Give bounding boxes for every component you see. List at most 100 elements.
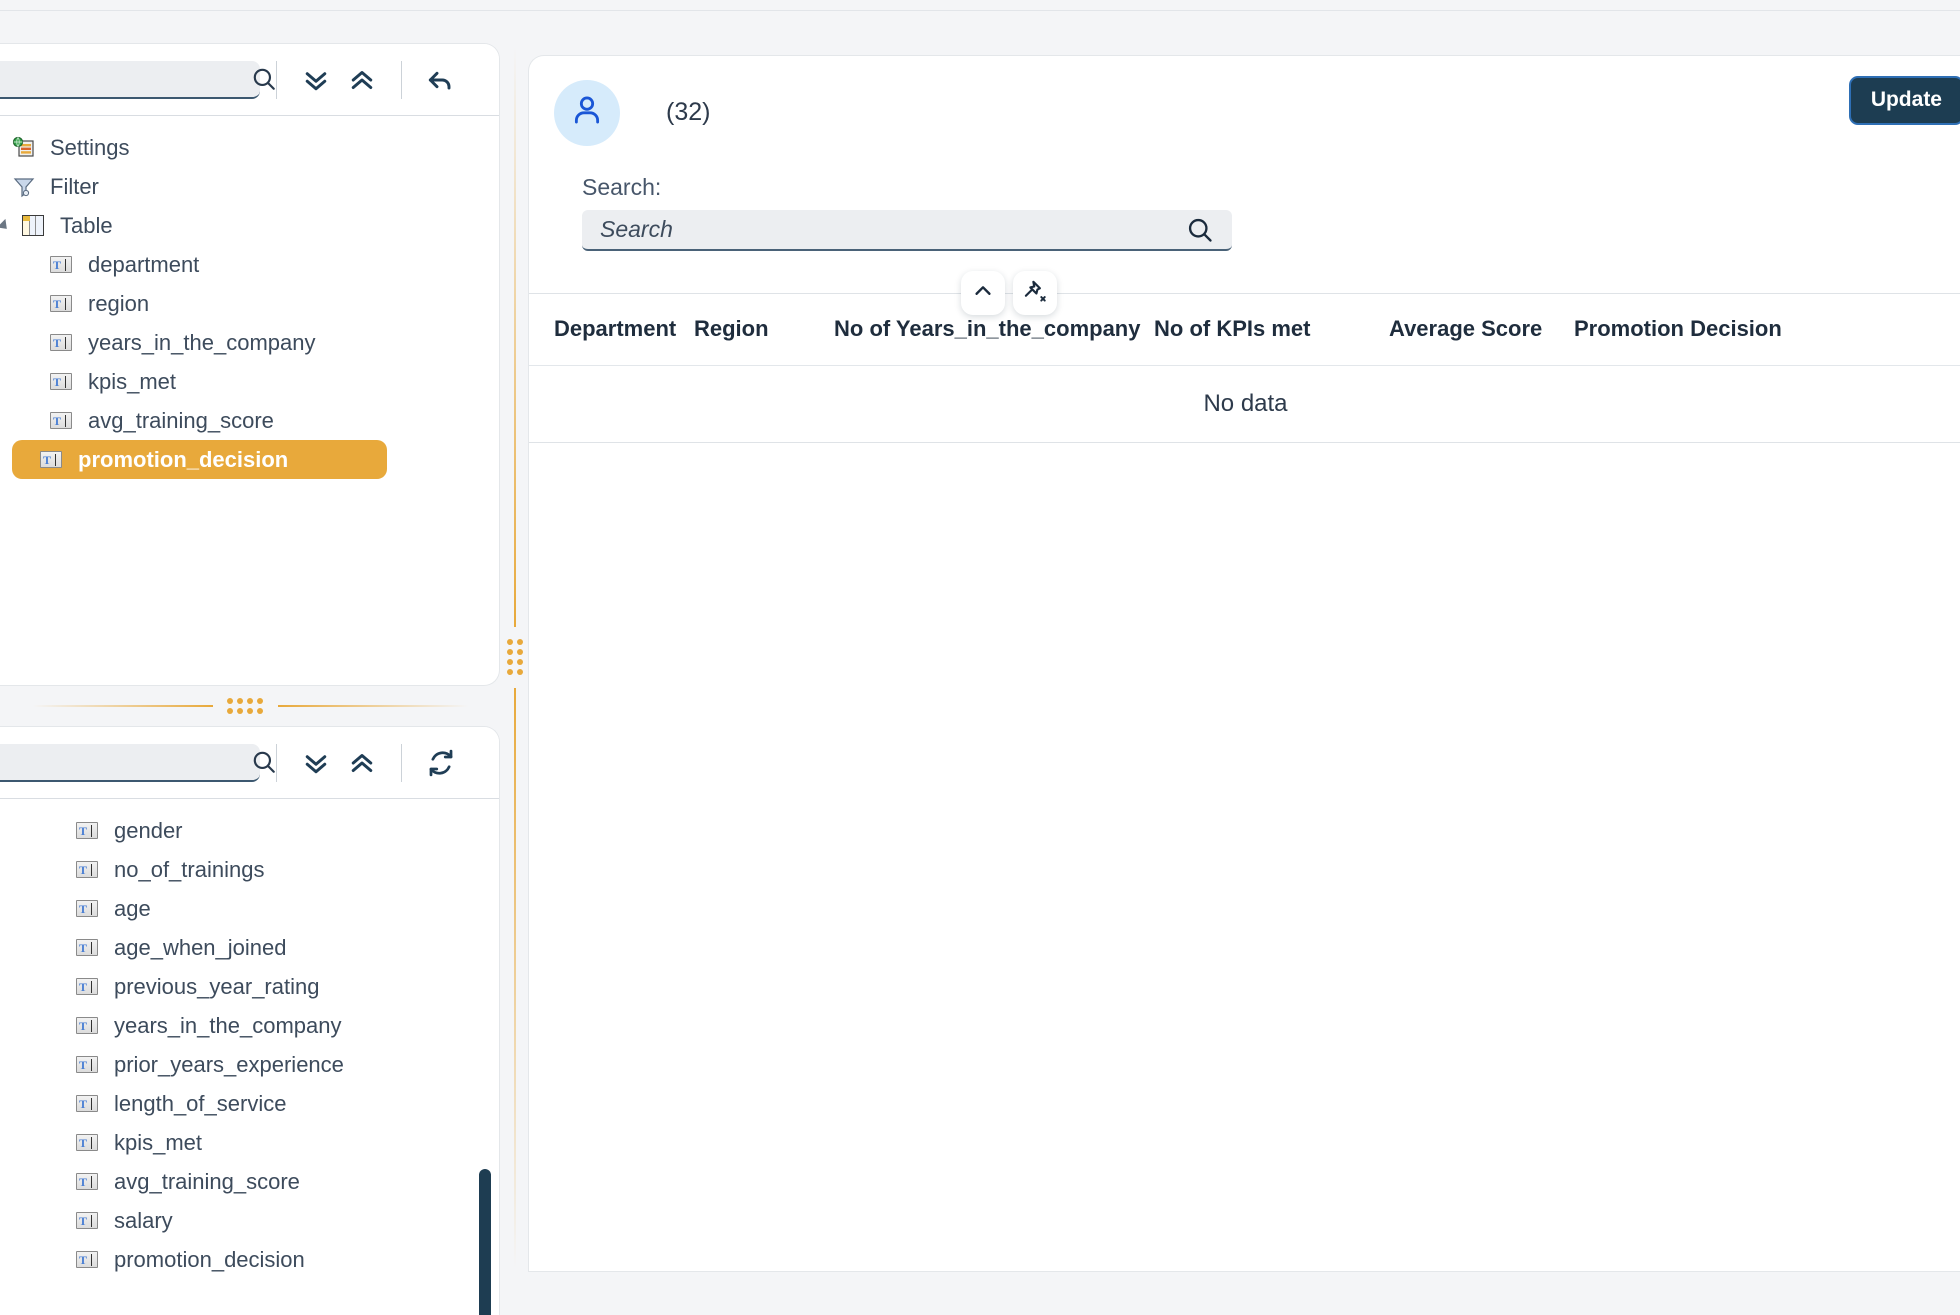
expander-caret-icon[interactable] — [0, 220, 22, 232]
text-field-icon: T — [76, 978, 106, 995]
collapse-all-button[interactable] — [339, 57, 385, 103]
tree-item-label: years_in_the_company — [114, 1013, 341, 1039]
upper-tree-list[interactable]: SettingsFilterTableTdepartmentTregionTye… — [0, 116, 499, 685]
refresh-button[interactable] — [418, 740, 464, 786]
window-toolbar-area — [0, 12, 1960, 43]
text-field-icon: T — [76, 900, 106, 917]
tree-item-salary[interactable]: Tsalary — [0, 1201, 499, 1240]
upper-tree-panel: SettingsFilterTableTdepartmentTregionTye… — [0, 43, 500, 686]
content-header: (32) Update — [529, 56, 1960, 169]
lower-tree-list[interactable]: TgenderTno_of_trainingsTageTage_when_joi… — [0, 799, 499, 1315]
tree-item-prior_years_experience[interactable]: Tprior_years_experience — [0, 1045, 499, 1084]
text-field-icon: T — [76, 1134, 106, 1151]
tree-item-label: promotion_decision — [114, 1247, 305, 1273]
upper-search-input[interactable] — [0, 61, 251, 97]
search-input[interactable] — [582, 210, 1186, 249]
splitter-grip[interactable] — [227, 698, 264, 715]
expand-all-button[interactable] — [293, 740, 339, 786]
tree-item-Table[interactable]: Table — [0, 206, 499, 245]
tree-item-label: avg_training_score — [88, 408, 274, 434]
text-field-icon: T — [76, 822, 106, 839]
upper-search-box[interactable] — [0, 61, 260, 99]
undo-button[interactable] — [418, 57, 464, 103]
tree-item-label: region — [88, 291, 149, 317]
tree-item-age[interactable]: Tage — [0, 889, 499, 928]
tree-item-region[interactable]: Tregion — [0, 284, 499, 323]
tree-item-length_of_service[interactable]: Tlength_of_service — [0, 1084, 499, 1123]
window-top-strip — [0, 0, 1960, 11]
tree-item-label: department — [88, 252, 199, 278]
text-field-icon: T — [76, 1056, 106, 1073]
tree-item-kpis_met[interactable]: Tkpis_met — [0, 1123, 499, 1162]
pin-off-icon — [1022, 278, 1048, 309]
tree-item-label: Filter — [50, 174, 99, 200]
left-column: SettingsFilterTableTdepartmentTregionTye… — [0, 43, 500, 1272]
lower-tree-panel: TgenderTno_of_trainingsTageTage_when_joi… — [0, 726, 500, 1315]
toolbar-divider-2 — [401, 61, 402, 99]
column-header[interactable]: Region — [694, 294, 834, 366]
text-field-icon: T — [40, 451, 70, 468]
avatar — [554, 80, 620, 146]
update-button[interactable]: Update — [1849, 76, 1960, 125]
tree-item-label: kpis_met — [114, 1130, 202, 1156]
main-content-panel: (32) Update Search: — [528, 55, 1960, 1272]
chevron-up-icon — [972, 280, 994, 307]
tree-item-age_when_joined[interactable]: Tage_when_joined — [0, 928, 499, 967]
tree-item-label: previous_year_rating — [114, 974, 319, 1000]
tree-item-no_of_trainings[interactable]: Tno_of_trainings — [0, 850, 499, 889]
tree-item-gender[interactable]: Tgender — [0, 811, 499, 850]
column-header[interactable]: Average Score — [1389, 294, 1574, 366]
results-table: DepartmentRegionNo of Years_in_the_compa… — [529, 294, 1960, 443]
empty-row: No data — [529, 366, 1960, 443]
table-floating-buttons — [961, 271, 1057, 315]
vsplitter-line-bottom — [514, 688, 516, 1268]
person-icon — [570, 93, 604, 132]
tree-item-label: no_of_trainings — [114, 857, 264, 883]
tree-item-label: length_of_service — [114, 1091, 286, 1117]
tree-item-promotion_decision[interactable]: Tpromotion_decision — [12, 440, 387, 479]
text-field-icon: T — [50, 334, 80, 351]
content-search-box[interactable] — [582, 210, 1232, 251]
tree-item-department[interactable]: Tdepartment — [0, 245, 499, 284]
tree-item-years_in_the_company[interactable]: Tyears_in_the_company — [0, 1006, 499, 1045]
lower-search-box[interactable] — [0, 744, 260, 782]
collapse-header-button[interactable] — [961, 271, 1005, 315]
vsplitter-grip[interactable] — [507, 639, 524, 676]
text-field-icon: T — [76, 1173, 106, 1190]
search-icon — [251, 66, 277, 92]
unpin-button[interactable] — [1013, 271, 1057, 315]
no-data-message: No data — [529, 366, 1960, 443]
vertical-splitter[interactable] — [500, 43, 530, 1272]
horizontal-splitter[interactable] — [0, 686, 500, 726]
toolbar-divider-2 — [401, 744, 402, 782]
text-field-icon: T — [50, 373, 80, 390]
text-field-icon: T — [76, 1017, 106, 1034]
text-field-icon: T — [50, 412, 80, 429]
table-head: DepartmentRegionNo of Years_in_the_compa… — [529, 294, 1960, 366]
collapse-all-button[interactable] — [339, 740, 385, 786]
lower-panel-scrollbar[interactable] — [479, 799, 491, 1315]
splitter-line-right — [278, 705, 468, 707]
column-header[interactable]: Department — [529, 294, 694, 366]
column-header[interactable]: No of KPIs met — [1154, 294, 1389, 366]
tree-item-avg_training_score[interactable]: Tavg_training_score — [0, 1162, 499, 1201]
table-body: No data — [529, 366, 1960, 443]
table-grid-icon — [22, 215, 52, 236]
tree-item-label: age — [114, 896, 151, 922]
tree-item-kpis_met[interactable]: Tkpis_met — [0, 362, 499, 401]
tree-item-Settings[interactable]: Settings — [0, 128, 499, 167]
tree-item-promotion_decision[interactable]: Tpromotion_decision — [0, 1240, 499, 1279]
scrollbar-thumb[interactable] — [479, 1169, 491, 1315]
tree-item-years_in_the_company[interactable]: Tyears_in_the_company — [0, 323, 499, 362]
column-header[interactable]: Promotion Decision — [1574, 294, 1960, 366]
text-field-icon: T — [50, 295, 80, 312]
upper-panel-toolbar — [0, 44, 499, 116]
tree-item-Filter[interactable]: Filter — [0, 167, 499, 206]
tree-item-label: gender — [114, 818, 183, 844]
tree-item-label: years_in_the_company — [88, 330, 315, 356]
tree-item-avg_training_score[interactable]: Tavg_training_score — [0, 401, 499, 440]
expand-all-button[interactable] — [293, 57, 339, 103]
text-field-icon: T — [76, 939, 106, 956]
lower-search-input[interactable] — [0, 744, 251, 780]
tree-item-previous_year_rating[interactable]: Tprevious_year_rating — [0, 967, 499, 1006]
